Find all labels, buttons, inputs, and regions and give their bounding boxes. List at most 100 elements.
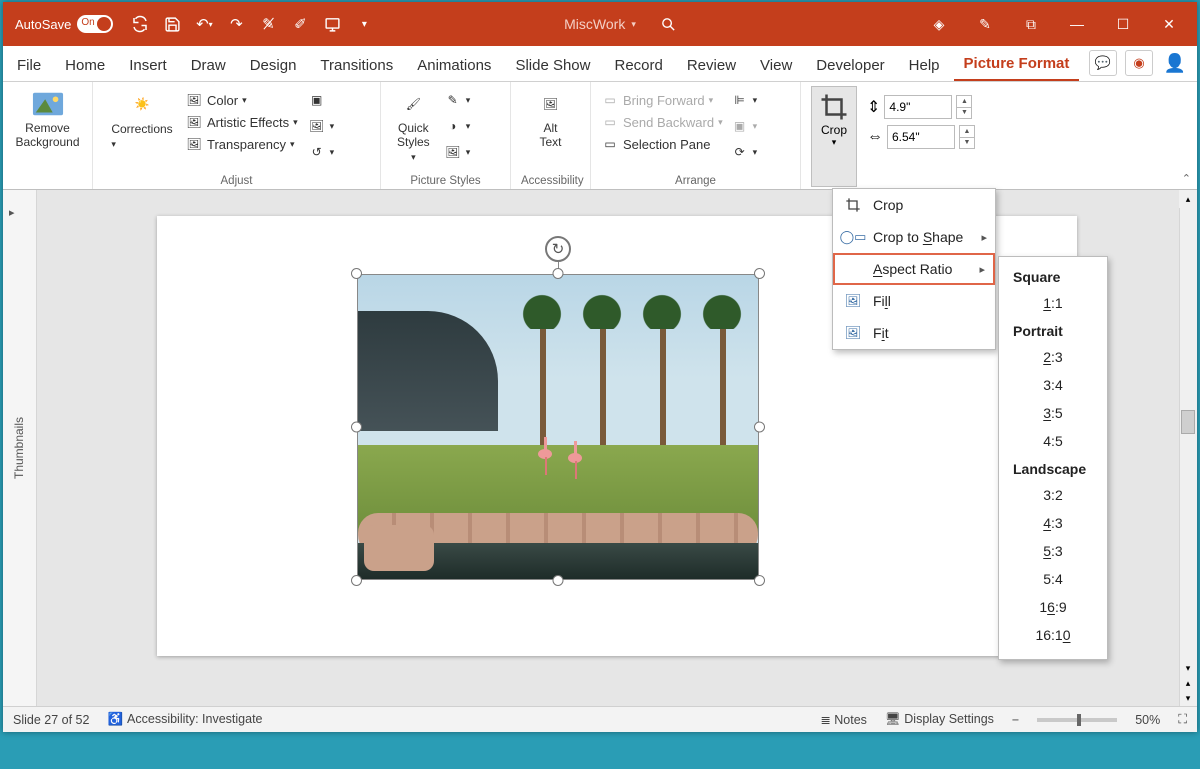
picture-layout-button[interactable]: 🖼▾ — [444, 142, 471, 162]
color-button[interactable]: 🖼Color▾ — [185, 90, 298, 110]
ratio-4-3[interactable]: 4:3 — [999, 509, 1107, 537]
ratio-3-5[interactable]: 3:5 — [999, 399, 1107, 427]
picture-effects-button[interactable]: ◑▾ — [444, 116, 471, 136]
resize-handle-t[interactable] — [553, 268, 564, 279]
crop-menu-crop-to-shape[interactable]: ◯▭ Crop to Shape ▸ — [833, 221, 995, 253]
tab-help[interactable]: Help — [899, 50, 950, 81]
height-spinner[interactable]: ▲▼ — [956, 95, 972, 119]
crop-menu-fit[interactable]: 🖼 Fit — [833, 317, 995, 349]
tab-picture-format[interactable]: Picture Format — [954, 48, 1080, 81]
close-button[interactable]: ✕ — [1155, 16, 1183, 33]
tab-design[interactable]: Design — [240, 50, 307, 81]
scroll-thumb[interactable] — [1181, 410, 1195, 434]
rotation-handle[interactable]: ↻ — [545, 236, 571, 262]
align-button[interactable]: ⊫▾ — [731, 90, 758, 110]
thumbnails-panel[interactable]: Thumbnails — [3, 190, 37, 706]
redo-icon[interactable]: ↷ — [227, 15, 245, 33]
autosave-toggle[interactable] — [77, 15, 113, 33]
ratio-3-4[interactable]: 3:4 — [999, 371, 1107, 399]
brush-icon[interactable]: ✎ — [971, 16, 999, 33]
window-restore-icon[interactable]: ⧉ — [1017, 16, 1045, 33]
prev-slide-button[interactable]: ▴ — [1179, 676, 1197, 691]
selection-pane-button[interactable]: ▭Selection Pane — [601, 134, 723, 154]
send-backward-button[interactable]: ▭Send Backward▾ — [601, 112, 723, 132]
crop-menu-fill[interactable]: 🖼 Fill — [833, 285, 995, 317]
autosave-control[interactable]: AutoSave — [15, 15, 113, 33]
tab-record[interactable]: Record — [604, 50, 672, 81]
quick-styles-button[interactable]: 🖌 Quick Styles ▾ — [391, 86, 436, 172]
tab-review[interactable]: Review — [677, 50, 746, 81]
compress-pictures-button[interactable]: ▣ — [308, 90, 335, 110]
crop-menu-crop[interactable]: Crop — [833, 189, 995, 221]
resize-handle-b[interactable] — [553, 575, 564, 586]
tab-slide-show[interactable]: Slide Show — [505, 50, 600, 81]
thumbnails-expand-icon[interactable]: ▸ — [9, 206, 15, 219]
alt-text-button[interactable]: 🖼 Alt Text — [521, 86, 580, 152]
change-picture-button[interactable]: 🖼▾ — [308, 116, 335, 136]
sync-icon[interactable] — [131, 15, 149, 33]
vertical-scrollbar[interactable]: ▴ ▾ ▴ ▾ — [1179, 190, 1197, 706]
ratio-16-9[interactable]: 16:9 — [999, 593, 1107, 621]
tab-file[interactable]: File — [7, 50, 51, 81]
record-indicator-icon[interactable]: ◉ — [1125, 50, 1153, 76]
height-control[interactable]: ⇕ ▲▼ — [867, 95, 975, 119]
display-settings-button[interactable]: 🖥 Display Settings — [885, 712, 994, 727]
tab-developer[interactable]: Developer — [806, 50, 894, 81]
accessibility-status[interactable]: ♿Accessibility: Investigate — [107, 712, 262, 727]
ratio-1-1[interactable]: 1:1 — [999, 289, 1107, 317]
resize-handle-r[interactable] — [754, 422, 765, 433]
resize-handle-tr[interactable] — [754, 268, 765, 279]
start-from-beginning-icon[interactable] — [323, 15, 341, 33]
selected-picture[interactable]: ↻ — [357, 274, 759, 580]
zoom-slider[interactable] — [1037, 718, 1117, 722]
ratio-4-5[interactable]: 4:5 — [999, 427, 1107, 455]
corrections-button[interactable]: ☀️ Corrections▾ — [103, 86, 181, 172]
search-icon[interactable] — [660, 16, 677, 33]
save-icon[interactable] — [163, 15, 181, 33]
undo-icon[interactable]: ↶▾ — [195, 15, 213, 33]
tab-view[interactable]: View — [750, 50, 802, 81]
tab-insert[interactable]: Insert — [119, 50, 177, 81]
crop-menu-aspect-ratio[interactable]: Aspect Ratio ▸ — [833, 253, 995, 285]
comments-icon[interactable]: 💬 — [1089, 50, 1117, 76]
group-objects-button[interactable]: ▣▾ — [731, 116, 758, 136]
ratio-3-2[interactable]: 3:2 — [999, 481, 1107, 509]
touch-mode-icon[interactable]: ✎̸ — [259, 15, 277, 33]
fit-to-window-button[interactable]: ⛶ — [1178, 712, 1187, 727]
tab-animations[interactable]: Animations — [407, 50, 501, 81]
ratio-2-3[interactable]: 2:3 — [999, 343, 1107, 371]
artistic-effects-button[interactable]: 🖼Artistic Effects▾ — [185, 112, 298, 132]
rotate-button[interactable]: ⟳▾ — [731, 142, 758, 162]
tab-home[interactable]: Home — [55, 50, 115, 81]
width-control[interactable]: ⇔ ▲▼ — [867, 125, 975, 149]
crop-button[interactable]: Crop ▾ — [811, 86, 857, 187]
width-input[interactable] — [887, 125, 955, 149]
document-title[interactable]: MiscWork▾ — [564, 16, 636, 32]
resize-handle-bl[interactable] — [351, 575, 362, 586]
qat-more-icon[interactable]: ▾ — [355, 15, 373, 33]
remove-background-button[interactable]: Remove Background — [13, 86, 82, 152]
width-spinner[interactable]: ▲▼ — [959, 125, 975, 149]
ratio-5-3[interactable]: 5:3 — [999, 537, 1107, 565]
picture-border-button[interactable]: ✎▾ — [444, 90, 471, 110]
scroll-up-button[interactable]: ▴ — [1179, 190, 1197, 208]
zoom-out-button[interactable]: − — [1012, 713, 1019, 727]
ribbon-collapse-button[interactable]: ⌃ — [1182, 172, 1191, 185]
minimize-button[interactable]: — — [1063, 16, 1091, 33]
reset-picture-button[interactable]: ↺▾ — [308, 142, 335, 162]
ratio-5-4[interactable]: 5:4 — [999, 565, 1107, 593]
tab-transitions[interactable]: Transitions — [310, 50, 403, 81]
slide-counter[interactable]: Slide 27 of 52 — [13, 713, 89, 727]
resize-handle-br[interactable] — [754, 575, 765, 586]
height-input[interactable] — [884, 95, 952, 119]
notes-button[interactable]: ≣ Notes — [820, 712, 867, 727]
next-slide-button[interactable]: ▾ — [1179, 691, 1197, 706]
scroll-down-button[interactable]: ▾ — [1179, 661, 1197, 676]
share-icon[interactable]: 👤 — [1161, 50, 1189, 76]
ratio-16-10[interactable]: 16:10 — [999, 621, 1107, 649]
resize-handle-l[interactable] — [351, 422, 362, 433]
tab-draw[interactable]: Draw — [181, 50, 236, 81]
bring-forward-button[interactable]: ▭Bring Forward▾ — [601, 90, 723, 110]
zoom-level[interactable]: 50% — [1135, 713, 1160, 727]
transparency-button[interactable]: 🖼Transparency▾ — [185, 134, 298, 154]
